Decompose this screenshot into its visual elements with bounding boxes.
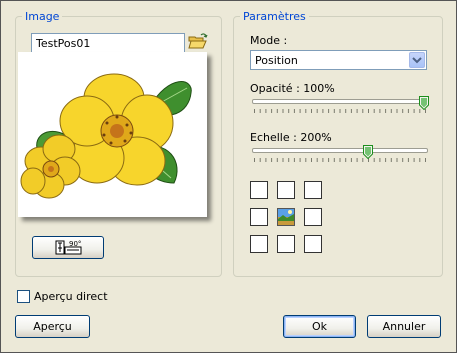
rotate-angle-text: 90° (69, 240, 81, 248)
image-preview (18, 52, 207, 217)
rotate-90-icon: 90° (55, 240, 82, 255)
position-cell-top-right[interactable] (304, 181, 322, 199)
scale-label: Echelle : 200% (250, 131, 332, 144)
chevron-down-icon[interactable] (409, 52, 425, 68)
flower-image (20, 73, 192, 199)
image-filename-value: TestPos01 (36, 37, 91, 50)
folder-open-icon[interactable] (188, 33, 208, 51)
opacity-slider-thumb[interactable] (419, 96, 429, 110)
cancel-button-label: Annuler (382, 320, 426, 333)
mode-select-value: Position (255, 54, 298, 67)
ok-button[interactable]: Ok (283, 315, 356, 338)
scale-slider-track (252, 148, 428, 153)
position-cell-bottom-left[interactable] (250, 235, 268, 253)
mode-label: Mode : (250, 34, 288, 47)
image-filename-field[interactable]: TestPos01 (31, 33, 185, 53)
scale-slider-thumb[interactable] (363, 145, 373, 159)
opacity-label: Opacité : 100% (250, 82, 335, 95)
position-cell-middle-left[interactable] (250, 208, 268, 226)
rotate-button[interactable]: 90° (32, 236, 104, 259)
parameters-group-title: Paramètres (243, 10, 306, 23)
opacity-slider-track (252, 99, 428, 104)
position-cell-bottom-center[interactable] (277, 235, 295, 253)
position-cell-middle-right[interactable] (304, 208, 322, 226)
landscape-icon (278, 209, 294, 225)
position-cell-center[interactable] (277, 208, 295, 226)
preview-button-label: Aperçu (33, 320, 72, 333)
mode-select[interactable]: Position (250, 50, 427, 70)
ok-button-label: Ok (311, 320, 328, 333)
scale-slider[interactable] (250, 145, 430, 165)
cancel-button[interactable]: Annuler (367, 315, 441, 338)
scale-slider-ticks (254, 158, 426, 162)
opacity-slider[interactable] (250, 96, 430, 116)
image-group-title: Image (25, 10, 60, 23)
position-cell-top-left[interactable] (250, 181, 268, 199)
position-cell-bottom-right[interactable] (304, 235, 322, 253)
live-preview-checkbox[interactable] (17, 290, 30, 303)
preview-button[interactable]: Aperçu (15, 315, 90, 338)
position-cell-top-center[interactable] (277, 181, 295, 199)
position-grid (250, 181, 324, 253)
opacity-slider-ticks (254, 109, 426, 113)
live-preview-label[interactable]: Aperçu direct (34, 290, 108, 303)
